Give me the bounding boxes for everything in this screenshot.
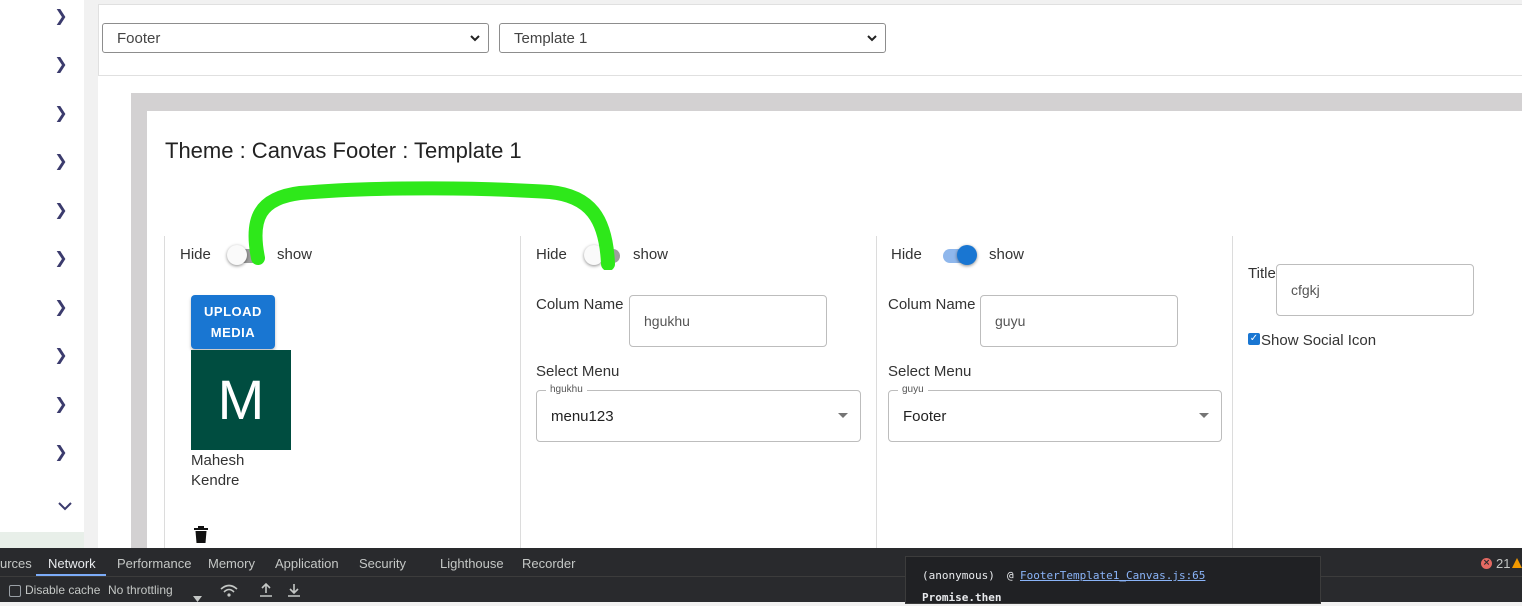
show-social-checkbox[interactable]: ✓: [1248, 333, 1260, 345]
stack-frame-promise: Promise.then: [922, 591, 1002, 604]
annotation-stroke: [248, 181, 615, 270]
stack-frame-link[interactable]: FooterTemplate1_Canvas.js:65: [1020, 569, 1205, 582]
menu-select-value: menu123: [551, 408, 614, 425]
column-name-input[interactable]: hgukhu: [629, 295, 827, 347]
chevron-down-icon: [867, 24, 877, 54]
upload-icon[interactable]: [259, 582, 273, 601]
dropdown-arrow-icon: [1199, 413, 1209, 418]
column-divider: [520, 236, 521, 548]
devtools-tab-recorder[interactable]: Recorder: [522, 556, 575, 571]
column-divider: [1232, 236, 1233, 548]
chevron-right-icon[interactable]: ❯: [52, 443, 70, 461]
column-name-input[interactable]: guyu: [980, 295, 1178, 347]
devtools-tab-sources[interactable]: urces: [0, 556, 32, 571]
title-label: Title: [1248, 265, 1276, 282]
show-label: show: [633, 246, 669, 263]
column-name-label: Colum Name: [536, 296, 624, 313]
canvas-panel: [147, 111, 1522, 548]
dropdown-arrow-icon: [838, 413, 848, 418]
error-count[interactable]: 21: [1496, 556, 1510, 571]
hide-label: Hide: [891, 246, 922, 263]
sidebar-active-item[interactable]: [0, 532, 84, 548]
chevron-right-icon[interactable]: ❯: [52, 346, 70, 364]
template-select[interactable]: Template 1: [499, 23, 886, 53]
column-name-label: Colum Name: [888, 296, 976, 313]
stack-frame-name: (anonymous): [922, 569, 995, 582]
disable-cache-label: Disable cache: [25, 583, 101, 597]
visibility-toggle[interactable]: [939, 244, 977, 266]
chevron-down-icon: [470, 24, 480, 54]
warning-icon[interactable]: [1512, 558, 1522, 568]
page-title: Theme : Canvas Footer : Template 1: [165, 138, 522, 163]
devtools-tab-application[interactable]: Application: [275, 556, 339, 571]
select-menu-label: Select Menu: [888, 363, 972, 380]
devtools-tab-security[interactable]: Security: [359, 556, 406, 571]
title-input[interactable]: cfgkj: [1276, 264, 1474, 316]
column-divider: [164, 236, 165, 548]
sidebar-gutter: [84, 0, 98, 548]
menu-select[interactable]: hgukhu menu123: [536, 383, 861, 442]
chevron-right-icon[interactable]: ❯: [52, 201, 70, 219]
disable-cache-checkbox[interactable]: [9, 585, 21, 597]
column-divider: [876, 236, 877, 548]
toggle-thumb: [957, 245, 977, 265]
devtools-tab-performance[interactable]: Performance: [117, 556, 191, 571]
menu-select-value: Footer: [903, 408, 947, 425]
hide-label: Hide: [180, 246, 211, 263]
avatar: M: [191, 350, 291, 450]
chevron-down-icon[interactable]: [56, 497, 74, 515]
upload-media-button[interactable]: UPLOAD MEDIA: [191, 295, 275, 349]
error-icon[interactable]: ×: [1481, 558, 1492, 569]
trash-icon[interactable]: [193, 526, 209, 544]
user-name: Mahesh Kendre: [191, 452, 245, 489]
chevron-right-icon[interactable]: ❯: [52, 249, 70, 267]
show-social-label: Show Social Icon: [1261, 332, 1377, 349]
active-tab-indicator: [36, 574, 106, 576]
select-menu-label: Select Menu: [536, 363, 620, 380]
devtools-tab-lighthouse[interactable]: Lighthouse: [440, 556, 504, 571]
devtools-tab-network[interactable]: Network: [48, 556, 96, 571]
download-icon[interactable]: [287, 582, 301, 601]
wifi-settings-icon[interactable]: [220, 583, 238, 602]
chevron-right-icon[interactable]: ❯: [52, 7, 70, 25]
throttling-select[interactable]: No throttling: [108, 583, 173, 597]
chevron-right-icon[interactable]: ❯: [52, 152, 70, 170]
chevron-right-icon[interactable]: ❯: [52, 298, 70, 316]
chevron-right-icon[interactable]: ❯: [52, 104, 70, 122]
template-select-value: Template 1: [514, 30, 588, 47]
chevron-right-icon[interactable]: ❯: [52, 55, 70, 73]
show-label: show: [989, 246, 1025, 263]
sidebar: ❯ ❯ ❯ ❯ ❯ ❯ ❯ ❯ ❯ ❯: [0, 0, 84, 548]
chevron-right-icon[interactable]: ❯: [52, 395, 70, 413]
caret-down-icon[interactable]: [193, 587, 202, 606]
devtools-tab-memory[interactable]: Memory: [208, 556, 255, 571]
stack-frame-at: @: [1007, 569, 1014, 582]
menu-select-legend: hgukhu: [546, 383, 587, 397]
menu-select[interactable]: guyu Footer: [888, 383, 1222, 442]
section-select[interactable]: Footer: [102, 23, 489, 53]
menu-select-legend: guyu: [898, 383, 928, 397]
section-select-value: Footer: [117, 30, 161, 47]
